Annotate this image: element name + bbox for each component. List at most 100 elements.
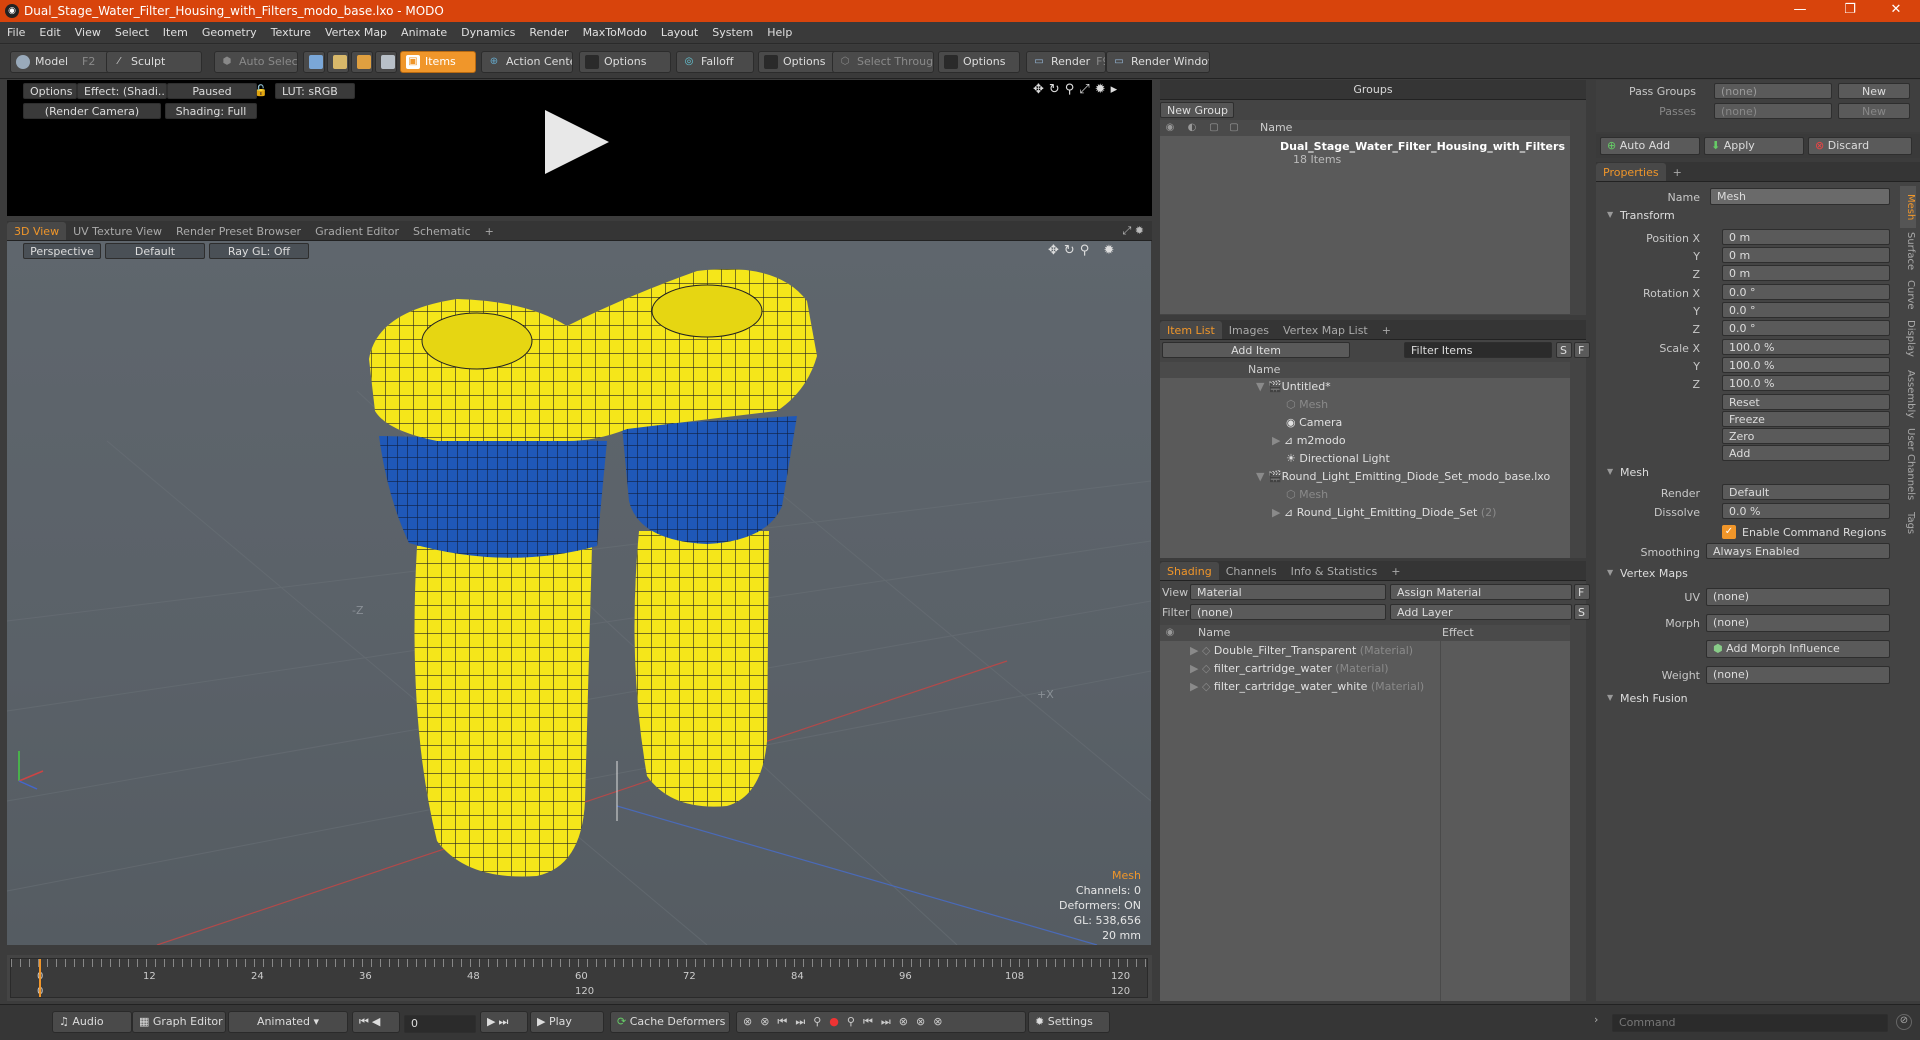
tree-row-led-set[interactable]: ▶ ⊿ Round_Light_Emitting_Diode_Set (2) [1272, 506, 1496, 524]
expand-icon[interactable]: ▶ [1272, 506, 1284, 519]
tree-row-mesh2[interactable]: ⬡ Mesh [1286, 488, 1328, 506]
tree-row-mesh[interactable]: ⬡ Mesh [1286, 398, 1328, 416]
preview-camera-dropdown[interactable]: (Render Camera) [23, 103, 161, 119]
timeline-playhead[interactable] [39, 959, 41, 997]
expand-icon[interactable]: ▶ ◇ [1190, 680, 1214, 693]
maximize-button[interactable]: ❐ [1830, 2, 1870, 20]
enable-command-regions-checkbox[interactable]: ✓ [1722, 525, 1736, 539]
expand-icon[interactable]: ▶ ◇ [1190, 662, 1214, 675]
tab-channels[interactable]: Channels [1219, 562, 1284, 580]
tab-item-list[interactable]: Item List [1160, 321, 1222, 339]
auto-add-button[interactable]: ⊕ Auto Add [1600, 137, 1700, 155]
shading-f-button[interactable]: F [1574, 584, 1590, 600]
panel-settings-icon[interactable]: ⤢ ✹ [1122, 224, 1144, 238]
action-center-button[interactable]: ⊕ Action Center [481, 51, 573, 73]
position-y-field[interactable]: 0 m [1722, 247, 1890, 263]
rotation-x-field[interactable]: 0.0 ° [1722, 284, 1890, 300]
rewind-buttons[interactable]: ⏮◀ [352, 1011, 400, 1033]
side-tab-tags[interactable]: Tags [1900, 512, 1916, 542]
menu-animate[interactable]: Animate [394, 22, 454, 44]
tab-render-preset-browser[interactable]: Render Preset Browser [169, 222, 308, 240]
preview-shading-dropdown[interactable]: Shading: Full [165, 103, 257, 119]
side-tab-mesh[interactable]: Mesh [1900, 186, 1916, 228]
material-select-button[interactable] [375, 51, 397, 73]
eye-icon[interactable]: ◉ [1164, 627, 1176, 638]
render-button[interactable]: ▭ Render F9 [1026, 51, 1106, 73]
graph-editor-button[interactable]: ▦ Graph Editor [132, 1011, 226, 1033]
falloff-options-button[interactable]: Options [758, 51, 836, 73]
play-preview-icon[interactable] [545, 110, 609, 174]
smoothing-dropdown[interactable]: Always Enabled [1706, 543, 1890, 559]
tree-row-scene2[interactable]: ▼ 🎬Round_Light_Emitting_Diode_Set_modo_b… [1256, 470, 1550, 488]
audio-button[interactable]: ♫ Audio [52, 1011, 132, 1033]
expand-icon[interactable]: ▼ [1256, 470, 1268, 483]
preview-lut-dropdown[interactable]: LUT: sRGB [275, 83, 355, 99]
play-button[interactable]: ▶ Play [530, 1011, 604, 1033]
menu-item[interactable]: Item [156, 22, 195, 44]
minimize-button[interactable]: — [1780, 2, 1820, 20]
auto-select-button[interactable]: ⬢ Auto Select [214, 51, 298, 73]
items-mode-button[interactable]: ▣ Items [400, 51, 476, 73]
falloff-button[interactable]: ◎ Falloff [676, 51, 754, 73]
tree-row-light[interactable]: ☀ Directional Light [1286, 452, 1390, 470]
filter-s-button[interactable]: S [1556, 342, 1572, 358]
3d-viewport[interactable]: Perspective Default Ray GL: Off ✥↻⚲ ✹ -Z… [7, 241, 1151, 945]
passes-dropdown[interactable]: (none) [1714, 103, 1832, 119]
scale-x-field[interactable]: 100.0 % [1722, 339, 1890, 355]
expand-icon[interactable]: ▶ ◇ [1190, 644, 1214, 657]
expand-icon[interactable]: ▶ [1272, 434, 1284, 447]
material-row[interactable]: ▶ ◇ filter_cartridge_water (Material) [1190, 662, 1389, 680]
key-tools[interactable]: ⊗⊗⏮⏭⚲●⚲⏮⏭⊗⊗⊗ [736, 1011, 1026, 1033]
add-item-dropdown[interactable]: Add Item [1162, 342, 1350, 358]
preview-effect-dropdown[interactable]: Effect: (Shadi... [77, 83, 167, 99]
menu-dynamics[interactable]: Dynamics [454, 22, 522, 44]
lock-icon[interactable]: ▢ [1208, 122, 1220, 133]
select-icon[interactable]: ▢ [1228, 122, 1240, 133]
preview-nav-icons[interactable]: ✥↻⚲⤢✹▸ [1033, 82, 1143, 97]
command-history-icon[interactable]: ⊘ [1896, 1014, 1912, 1030]
tree-row-scene[interactable]: ▼ 🎬Untitled* [1256, 380, 1331, 398]
menu-vertex-map[interactable]: Vertex Map [318, 22, 394, 44]
side-tab-assembly[interactable]: Assembly [1900, 370, 1916, 424]
tab-info-statistics[interactable]: Info & Statistics [1284, 562, 1385, 580]
material-row[interactable]: ▶ ◇ filter_cartridge_water_white (Materi… [1190, 680, 1424, 698]
command-input[interactable]: Command [1612, 1014, 1888, 1032]
tab-uv-texture-view[interactable]: UV Texture View [66, 222, 169, 240]
reset-dropdown[interactable]: Reset [1722, 394, 1890, 410]
rotation-z-field[interactable]: 0.0 ° [1722, 320, 1890, 336]
menu-system[interactable]: System [705, 22, 760, 44]
lock-icon[interactable]: 🔓 [254, 84, 268, 97]
zero-dropdown[interactable]: Zero [1722, 428, 1890, 444]
shading-s-button[interactable]: S [1574, 604, 1590, 620]
add-tab-button[interactable]: + [478, 222, 501, 240]
filter-f-button[interactable]: F [1574, 342, 1590, 358]
menu-maxtomodo[interactable]: MaxToModo [576, 22, 654, 44]
transform-section[interactable]: Transform [1602, 209, 1902, 226]
new-pass-button[interactable]: New [1838, 103, 1910, 119]
render-icon[interactable]: ◐ [1186, 122, 1198, 133]
tab-gradient-editor[interactable]: Gradient Editor [308, 222, 406, 240]
menu-view[interactable]: View [68, 22, 108, 44]
shading-add-tab[interactable]: + [1384, 562, 1407, 580]
tab-shading[interactable]: Shading [1160, 562, 1219, 580]
tab-3d-view[interactable]: 3D View [7, 222, 67, 240]
tab-properties[interactable]: Properties [1596, 163, 1666, 181]
menu-help[interactable]: Help [760, 22, 799, 44]
new-pass-group-button[interactable]: New [1838, 83, 1910, 99]
weight-dropdown[interactable]: (none) [1706, 666, 1890, 684]
scale-z-field[interactable]: 100.0 % [1722, 375, 1890, 391]
freeze-dropdown[interactable]: Freeze [1722, 411, 1890, 427]
discard-button[interactable]: ⊗ Discard [1808, 137, 1912, 155]
action-center-options-button[interactable]: Options [579, 51, 671, 73]
apply-button[interactable]: ⬇ Apply [1704, 137, 1804, 155]
tab-schematic[interactable]: Schematic [406, 222, 478, 240]
add-layer-dropdown[interactable]: Add Layer [1390, 604, 1572, 620]
pass-groups-dropdown[interactable]: (none) [1714, 83, 1832, 99]
close-button[interactable]: ✕ [1876, 2, 1916, 20]
expand-icon[interactable]: ▼ [1256, 380, 1268, 393]
assign-material-button[interactable]: Assign Material [1390, 584, 1572, 600]
name-input[interactable]: Mesh [1710, 188, 1890, 205]
add-dropdown[interactable]: Add [1722, 445, 1890, 461]
edge-select-button[interactable] [327, 51, 349, 73]
model-mode-button[interactable]: Model F2 [10, 51, 110, 73]
